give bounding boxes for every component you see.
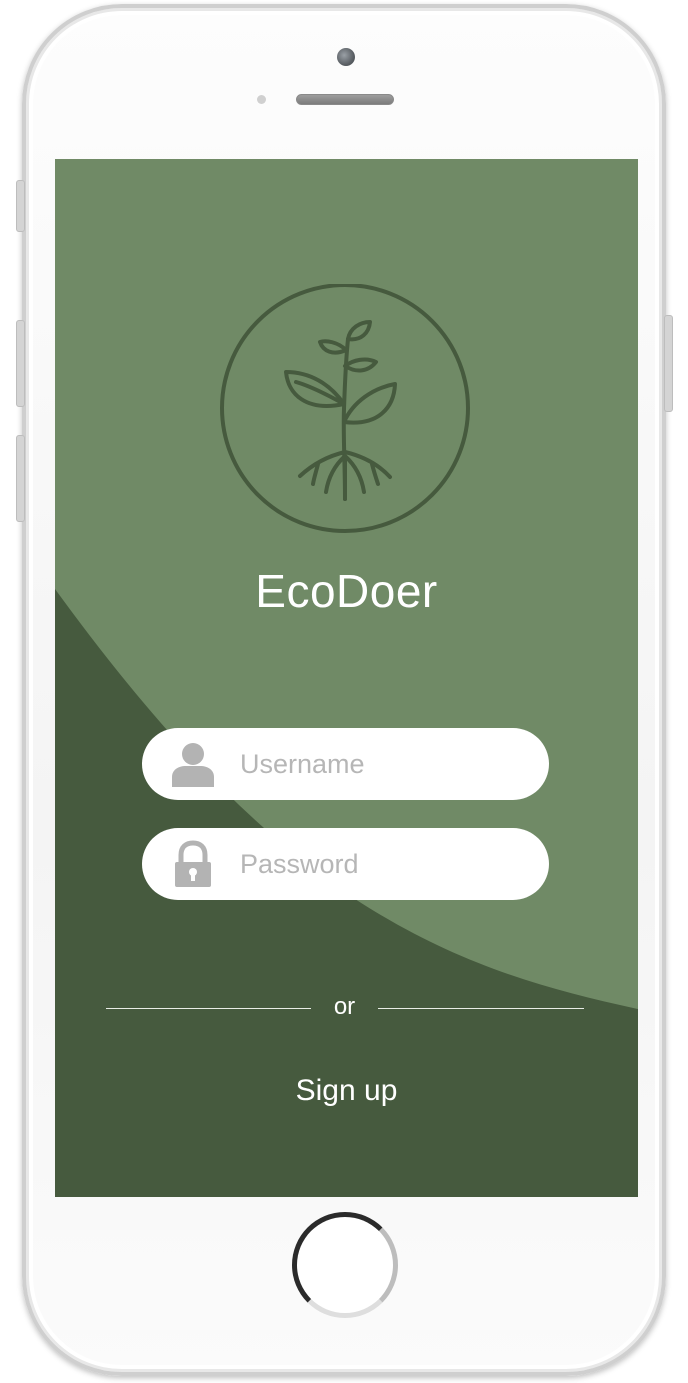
plant-sprout-icon: [220, 284, 470, 533]
mute-switch: [16, 180, 25, 232]
power-button: [664, 315, 673, 412]
divider-line-left: [106, 1008, 311, 1009]
divider-line-right: [378, 1008, 584, 1009]
username-input[interactable]: [238, 747, 542, 781]
password-input[interactable]: [238, 847, 542, 881]
proximity-sensor: [257, 95, 266, 104]
username-field[interactable]: [142, 728, 549, 800]
app-title: EcoDoer: [255, 565, 438, 617]
home-button[interactable]: [292, 1212, 398, 1318]
login-screen: EcoDoer or Sign up: [55, 159, 638, 1197]
password-field[interactable]: [142, 828, 549, 900]
lock-icon: [175, 840, 211, 887]
sign-up-link[interactable]: Sign up: [55, 1074, 638, 1108]
volume-down-button: [16, 435, 25, 522]
volume-up-button: [16, 320, 25, 407]
earpiece-speaker: [296, 94, 394, 105]
user-icon: [172, 743, 214, 787]
divider-or-text: or: [333, 993, 356, 1020]
front-camera: [337, 48, 355, 66]
